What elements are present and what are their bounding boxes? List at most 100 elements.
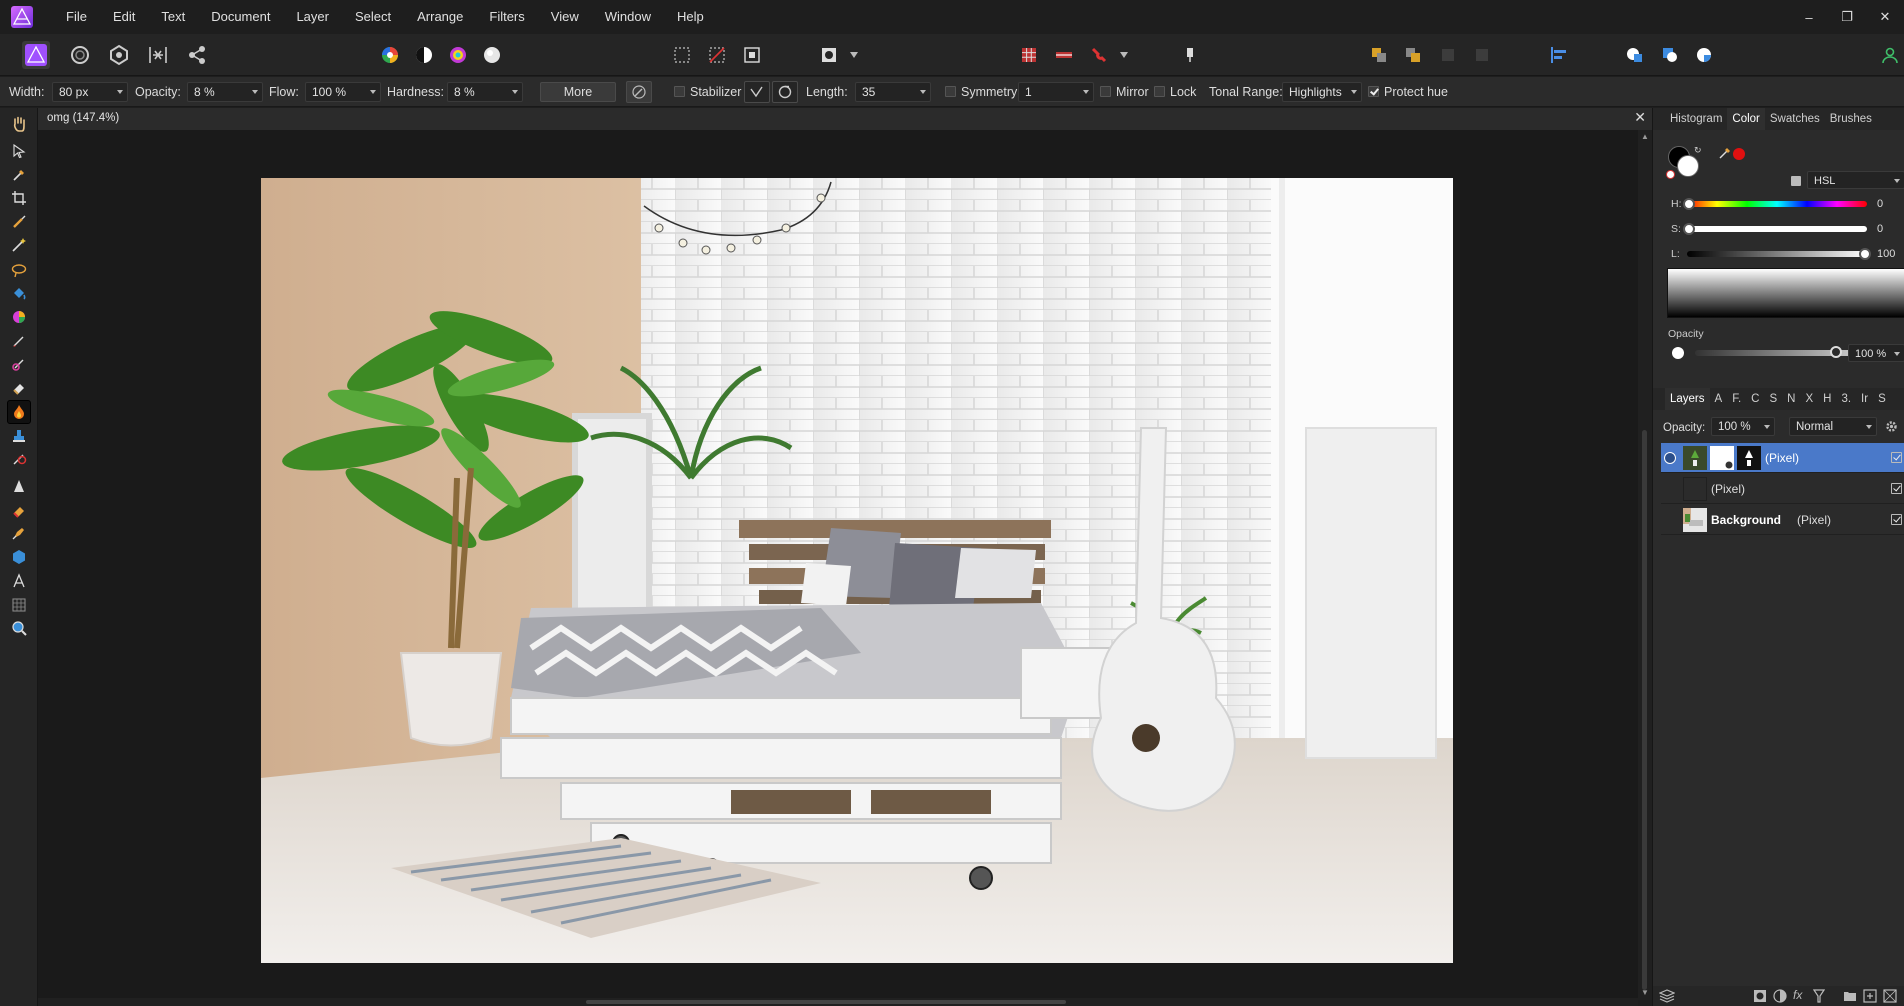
marquee-select-button[interactable] — [668, 41, 696, 69]
zoom-tool[interactable] — [7, 616, 31, 640]
add-selection-button[interactable] — [1621, 41, 1649, 69]
auto-levels-button[interactable] — [376, 41, 404, 69]
hue-slider-knob[interactable] — [1683, 198, 1695, 210]
more-button[interactable]: More — [540, 82, 616, 102]
brush-settings-button[interactable] — [626, 81, 652, 103]
color-model-dropdown[interactable]: HSL — [1807, 171, 1904, 189]
layer-row[interactable]: Background (Pixel) — [1661, 505, 1904, 535]
move-to-back-button[interactable] — [1365, 41, 1393, 69]
expand-layer-icon[interactable] — [1664, 452, 1676, 464]
document-tab[interactable]: omg (147.4%) ✕ — [38, 108, 1652, 130]
vertical-scrollbar[interactable]: ▲ ▼ — [1638, 130, 1652, 1000]
horizontal-scroll-thumb[interactable] — [586, 1000, 1066, 1004]
snapping-button[interactable] — [1050, 41, 1078, 69]
swap-colors-icon[interactable]: ↻ — [1694, 145, 1702, 156]
flow-field[interactable]: 100 % — [305, 82, 381, 102]
vertical-scroll-thumb[interactable] — [1642, 430, 1647, 990]
view-tool[interactable] — [7, 112, 31, 136]
flood-fill-tool[interactable] — [7, 282, 31, 306]
affinity-photo-logo-icon[interactable] — [11, 6, 33, 28]
layer-visibility-checkbox[interactable] — [1891, 483, 1902, 494]
no-color-icon[interactable] — [1666, 170, 1675, 179]
canvas-area[interactable] — [38, 130, 1638, 1000]
mirror-checkbox[interactable] — [1100, 86, 1111, 97]
saturation-slider[interactable] — [1687, 226, 1867, 232]
color-preview-gradient[interactable] — [1667, 268, 1904, 318]
color-opacity-field[interactable]: 100 % — [1848, 344, 1904, 362]
protect-hue-checkbox[interactable] — [1368, 86, 1379, 97]
layer-visibility-checkbox[interactable] — [1891, 452, 1902, 463]
hue-slider[interactable] — [1687, 201, 1867, 207]
close-window-button[interactable]: ✕ — [1866, 0, 1904, 34]
invert-selection-button[interactable] — [738, 41, 766, 69]
horizontal-scrollbar[interactable] — [38, 998, 1638, 1006]
pen-tool[interactable] — [7, 521, 31, 545]
quick-mask-button[interactable] — [815, 41, 843, 69]
menu-view[interactable]: View — [538, 0, 592, 34]
photo-persona-button[interactable] — [22, 41, 50, 69]
clone-brush-tool[interactable] — [7, 424, 31, 448]
chevron-down-icon[interactable] — [1894, 352, 1900, 356]
chevron-down-icon[interactable] — [370, 90, 376, 94]
red-eye-tool[interactable] — [7, 498, 31, 522]
lock-checkbox[interactable] — [1154, 86, 1165, 97]
snapping-dropdown-icon[interactable] — [1120, 52, 1128, 58]
gear-icon[interactable] — [1885, 420, 1898, 433]
deselect-button[interactable] — [703, 41, 731, 69]
lock-icon[interactable] — [1791, 176, 1801, 186]
force-pixel-alignment-button[interactable] — [1176, 41, 1204, 69]
panel-grip-icon[interactable] — [1653, 388, 1665, 410]
panel-grip-icon[interactable] — [1653, 108, 1665, 130]
fx-icon[interactable]: fx — [1793, 988, 1802, 1002]
selection-brush-tool[interactable] — [7, 210, 31, 234]
menu-window[interactable]: Window — [592, 0, 664, 34]
layer-opacity-field[interactable]: 100 % — [1711, 417, 1775, 436]
menu-document[interactable]: Document — [198, 0, 283, 34]
intersect-selection-button[interactable] — [1690, 41, 1718, 69]
tab-styles[interactable]: S — [1764, 388, 1782, 410]
alignment-button[interactable] — [1545, 41, 1573, 69]
menu-layer[interactable]: Layer — [283, 0, 342, 34]
folder-icon[interactable] — [1843, 989, 1857, 1003]
menu-text[interactable]: Text — [148, 0, 198, 34]
current-swatch-icon[interactable] — [1733, 148, 1745, 160]
saturation-value[interactable]: 0 — [1877, 223, 1883, 235]
dodge-burn-tool[interactable] — [7, 400, 31, 424]
assistant-button[interactable] — [1015, 41, 1043, 69]
scroll-down-arrow-icon[interactable]: ▼ — [1641, 988, 1649, 997]
quick-mask-dropdown-icon[interactable] — [850, 52, 858, 58]
text-tool[interactable] — [7, 569, 31, 593]
subtract-selection-button[interactable] — [1656, 41, 1684, 69]
window-mode-button[interactable] — [772, 81, 798, 103]
menu-select[interactable]: Select — [342, 0, 404, 34]
rope-mode-button[interactable] — [744, 81, 770, 103]
saturation-slider-knob[interactable] — [1683, 223, 1695, 235]
menu-edit[interactable]: Edit — [100, 0, 148, 34]
tab-adjustments[interactable]: A — [1710, 388, 1728, 410]
mask-layer-icon[interactable] — [1753, 989, 1767, 1003]
minimize-button[interactable]: – — [1790, 0, 1828, 34]
menu-arrange[interactable]: Arrange — [404, 0, 476, 34]
blend-mode-dropdown[interactable]: Normal — [1789, 417, 1877, 436]
chevron-down-icon[interactable] — [1351, 90, 1357, 94]
crop-tool[interactable] — [7, 186, 31, 210]
color-opacity-knob[interactable] — [1830, 346, 1842, 358]
tab-3d[interactable]: 3. — [1836, 388, 1856, 410]
gradient-tool[interactable] — [7, 305, 31, 329]
eyedropper-icon[interactable] — [1718, 146, 1732, 160]
chevron-down-icon[interactable] — [1894, 179, 1900, 183]
document-image[interactable] — [261, 178, 1453, 963]
liquify-persona-button[interactable] — [66, 41, 94, 69]
layer-row[interactable]: (Pixel) — [1661, 443, 1904, 473]
auto-colors-button[interactable] — [444, 41, 472, 69]
close-document-button[interactable]: ✕ — [1634, 109, 1646, 126]
delete-layer-icon[interactable] — [1883, 989, 1897, 1003]
export-persona-button[interactable] — [183, 41, 211, 69]
tab-navigator[interactable]: N — [1782, 388, 1800, 410]
tab-histogram[interactable]: Histogram — [1665, 108, 1727, 130]
add-layer-icon[interactable] — [1863, 989, 1877, 1003]
tab-fx[interactable]: F. — [1727, 388, 1746, 410]
flood-select-tool[interactable] — [7, 233, 31, 257]
hardness-field[interactable]: 8 % — [447, 82, 523, 102]
chevron-down-icon[interactable] — [252, 90, 258, 94]
